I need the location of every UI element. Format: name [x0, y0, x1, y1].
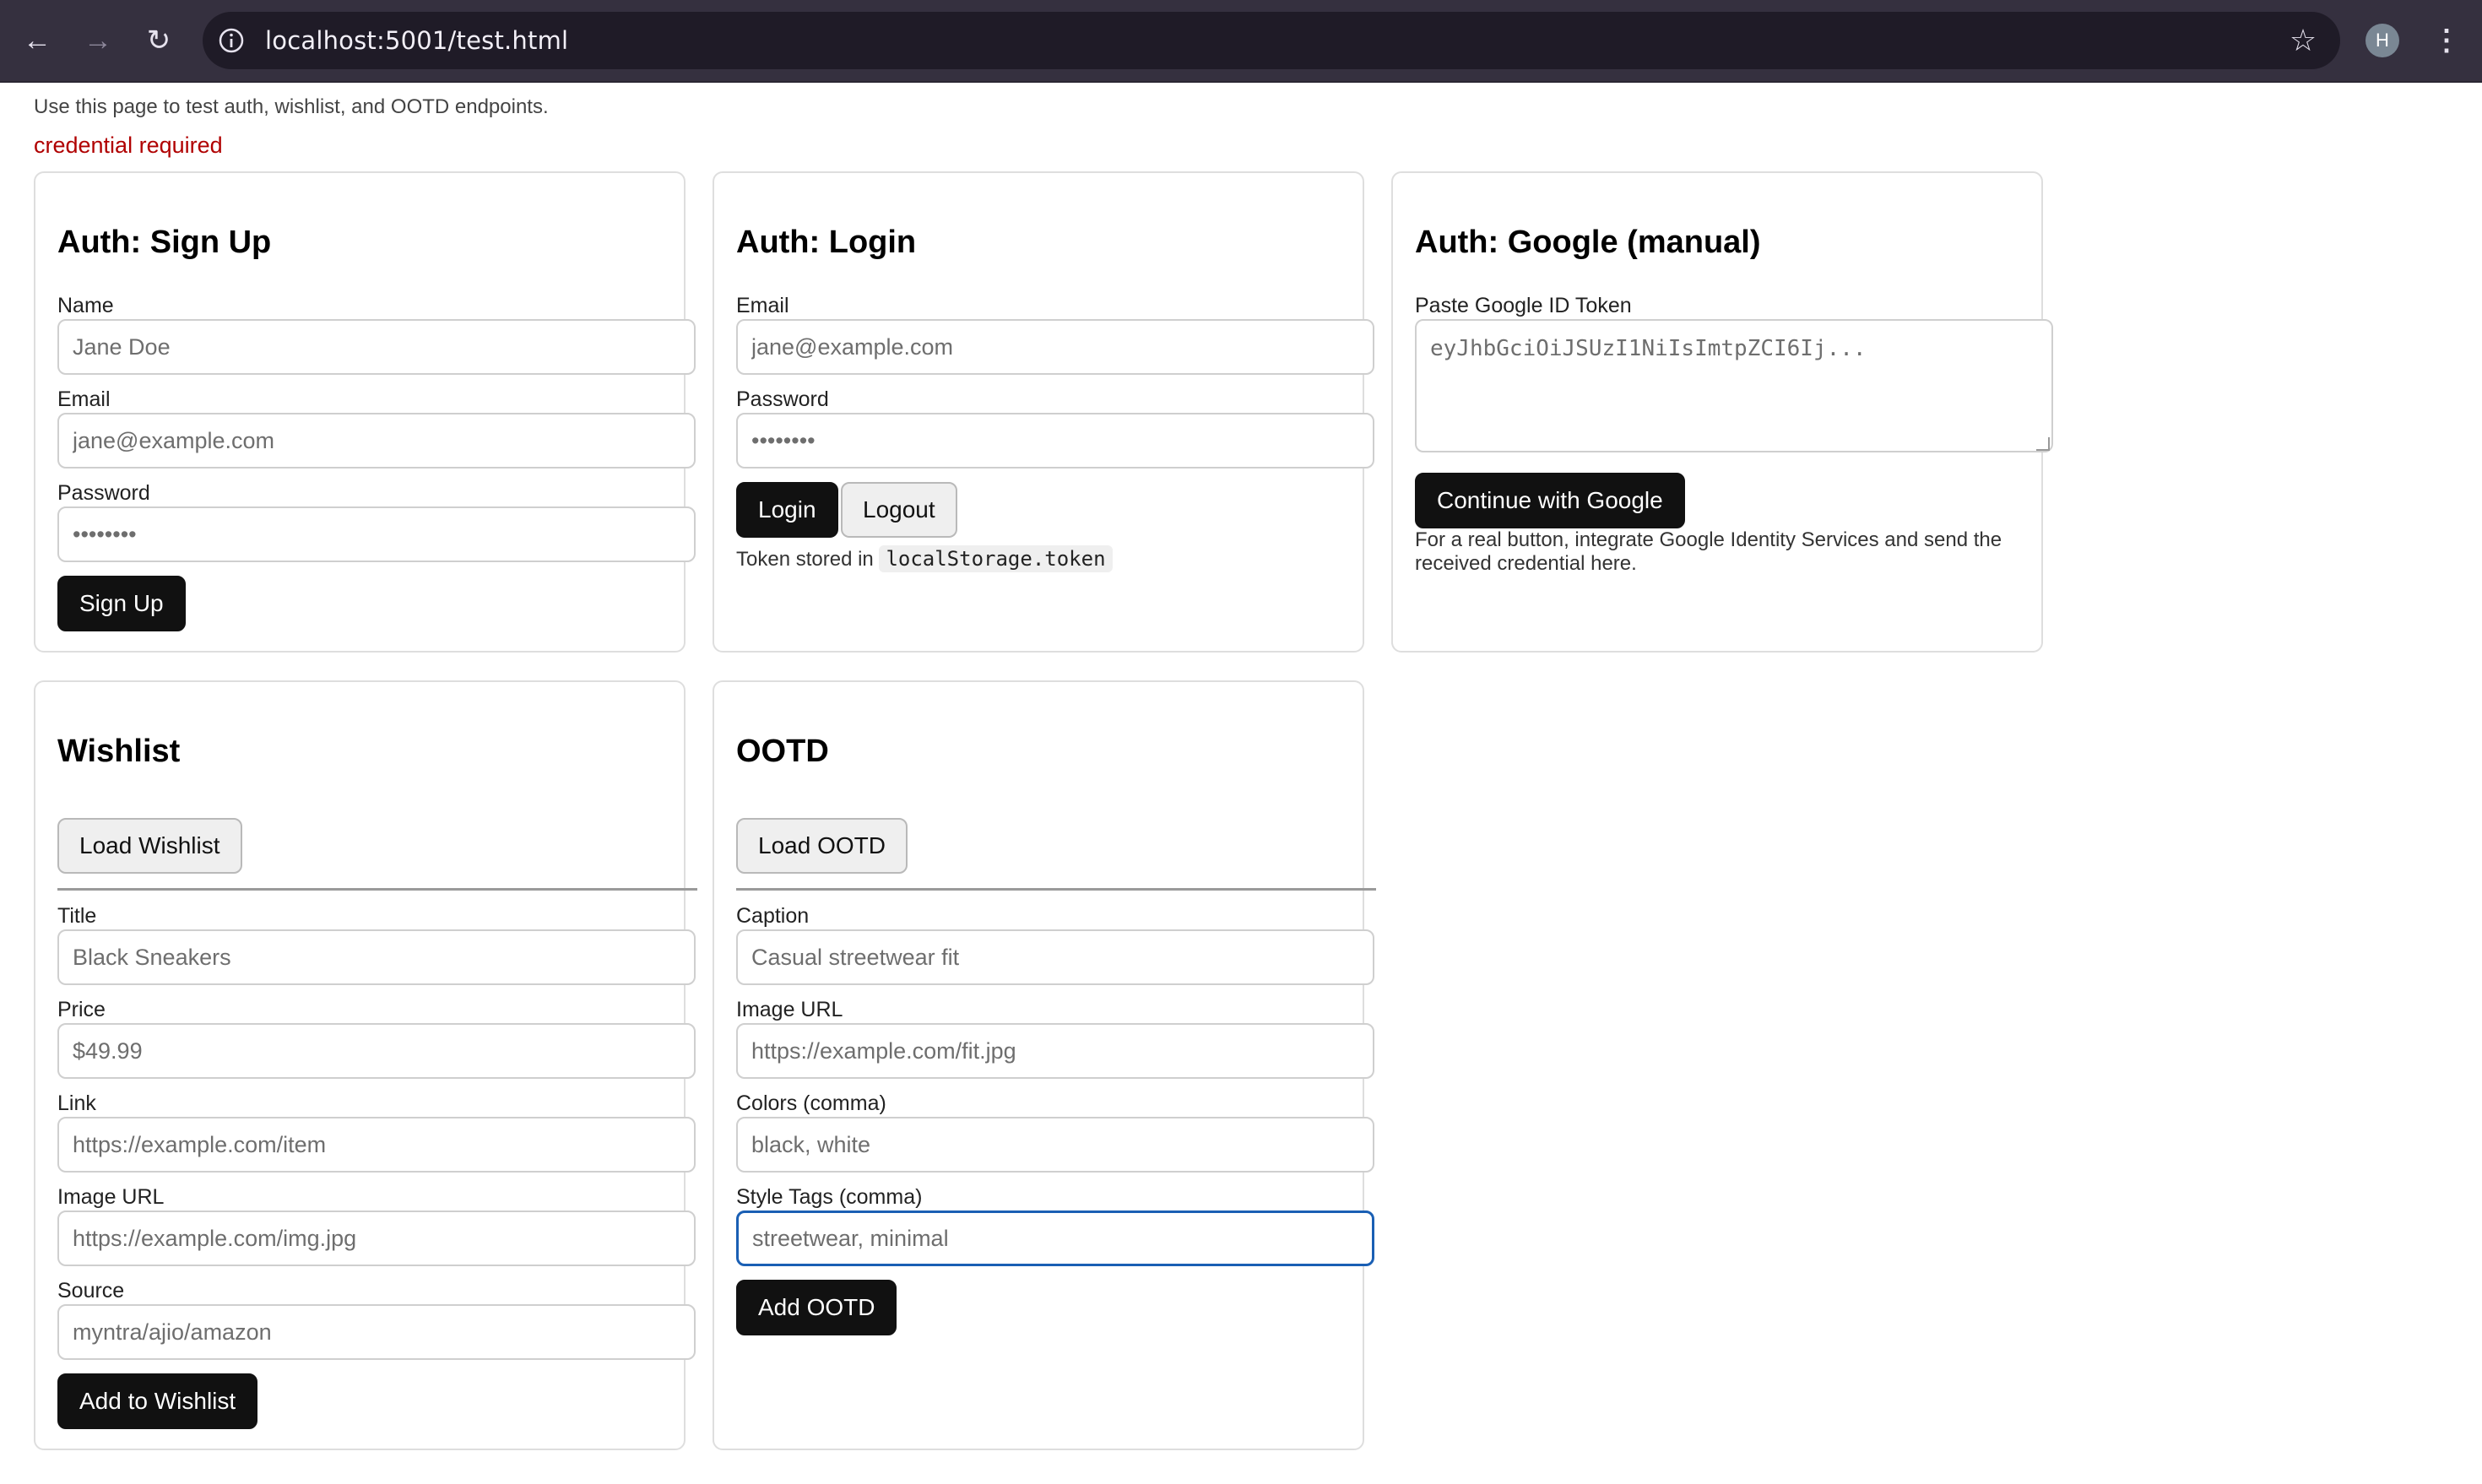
- google-title: Auth: Google (manual): [1415, 225, 1761, 260]
- login-password-label: Password: [736, 387, 829, 411]
- address-bar[interactable]: localhost:5001/test.html ☆: [203, 12, 2340, 69]
- token-note-text: Token stored in: [736, 548, 874, 571]
- signup-password-input[interactable]: [57, 506, 696, 562]
- ootd-title: OOTD: [736, 734, 829, 769]
- ootd-colors-input[interactable]: [736, 1117, 1374, 1173]
- google-card: Auth: Google (manual) Paste Google ID To…: [1391, 171, 2053, 653]
- wishlist-price-input[interactable]: [57, 1023, 696, 1079]
- wishlist-divider: [57, 888, 697, 891]
- ootd-image-label: Image URL: [736, 998, 843, 1021]
- ootd-card: OOTD Load OOTD Caption Image URL Colors …: [713, 680, 1376, 1450]
- url-text[interactable]: localhost:5001/test.html: [265, 26, 568, 55]
- token-note: Token stored in localStorage.token: [736, 545, 1113, 572]
- textarea-resize-handle[interactable]: [2036, 437, 2050, 451]
- wishlist-card: Wishlist Load Wishlist Title Price Link …: [34, 680, 697, 1450]
- kebab-menu-icon[interactable]: ⋮: [2426, 20, 2467, 61]
- wishlist-title: Wishlist: [57, 734, 181, 769]
- add-to-wishlist-button[interactable]: Add to Wishlist: [57, 1373, 258, 1429]
- logout-button[interactable]: Logout: [841, 482, 957, 538]
- error-message: credential required: [34, 133, 223, 158]
- load-ootd-button[interactable]: Load OOTD: [736, 818, 908, 874]
- signup-email-label: Email: [57, 387, 111, 411]
- load-wishlist-button[interactable]: Load Wishlist: [57, 818, 242, 874]
- wishlist-title-input[interactable]: [57, 929, 696, 985]
- login-password-input[interactable]: [736, 413, 1374, 468]
- wishlist-link-label: Link: [57, 1091, 96, 1115]
- signup-email-input[interactable]: [57, 413, 696, 468]
- add-ootd-button[interactable]: Add OOTD: [736, 1280, 897, 1335]
- google-continue-button[interactable]: Continue with Google: [1415, 473, 1685, 528]
- signup-title: Auth: Sign Up: [57, 225, 272, 260]
- reload-icon[interactable]: ↻: [137, 19, 181, 62]
- signup-name-input[interactable]: [57, 319, 696, 375]
- wishlist-title-label: Title: [57, 904, 97, 928]
- login-email-label: Email: [736, 294, 789, 317]
- login-title: Auth: Login: [736, 225, 917, 260]
- ootd-tags-label: Style Tags (comma): [736, 1185, 923, 1209]
- login-card: Auth: Login Email Password Login Logout …: [713, 171, 1374, 653]
- back-icon[interactable]: ←: [15, 19, 59, 62]
- wishlist-link-input[interactable]: [57, 1117, 696, 1173]
- signup-name-label: Name: [57, 294, 114, 317]
- wishlist-image-input[interactable]: [57, 1210, 696, 1266]
- signup-button[interactable]: Sign Up: [57, 576, 186, 631]
- wishlist-image-label: Image URL: [57, 1185, 165, 1209]
- bookmark-star-icon[interactable]: ☆: [2284, 22, 2322, 59]
- ootd-tags-input[interactable]: [736, 1210, 1374, 1266]
- site-info-icon[interactable]: [214, 24, 248, 57]
- profile-avatar[interactable]: H: [2365, 24, 2399, 57]
- google-token-textarea[interactable]: [1415, 319, 2053, 452]
- token-storage-key: localStorage.token: [879, 545, 1113, 572]
- wishlist-source-input[interactable]: [57, 1304, 696, 1360]
- login-button[interactable]: Login: [736, 482, 838, 538]
- wishlist-source-label: Source: [57, 1279, 125, 1303]
- wishlist-price-label: Price: [57, 998, 106, 1021]
- browser-toolbar: ← → ↻ localhost:5001/test.html ☆ H ⋮: [0, 0, 2482, 83]
- ootd-caption-label: Caption: [736, 904, 810, 928]
- forward-icon[interactable]: →: [76, 19, 120, 62]
- ootd-image-input[interactable]: [736, 1023, 1374, 1079]
- google-note: For a real button, integrate Google Iden…: [1415, 528, 2002, 575]
- ootd-caption-input[interactable]: [736, 929, 1374, 985]
- page-intro: Use this page to test auth, wishlist, an…: [34, 95, 549, 118]
- signup-password-label: Password: [57, 481, 150, 505]
- google-token-label: Paste Google ID Token: [1415, 294, 1632, 317]
- signup-card: Auth: Sign Up Name Email Password Sign U…: [34, 171, 696, 653]
- ootd-colors-label: Colors (comma): [736, 1091, 886, 1115]
- ootd-divider: [736, 888, 1376, 891]
- login-email-input[interactable]: [736, 319, 1374, 375]
